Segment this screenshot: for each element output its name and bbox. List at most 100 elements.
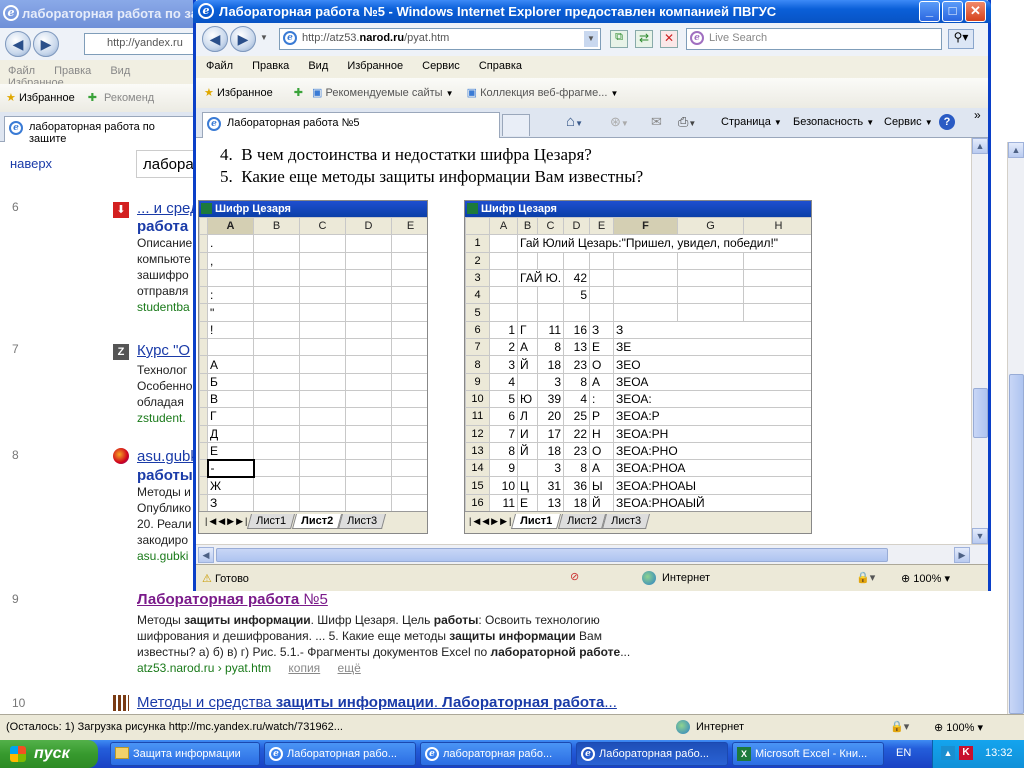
row-header[interactable]: 14 [465, 459, 490, 478]
cell[interactable]: А [589, 459, 614, 478]
row-header[interactable]: 3 [465, 268, 490, 288]
cell[interactable]: 17 [537, 424, 564, 443]
cell[interactable]: 3 [489, 355, 518, 374]
cell[interactable]: ЗЕ [613, 338, 811, 357]
column-header[interactable]: C [299, 216, 346, 236]
result-title[interactable]: Курс "О [137, 342, 200, 359]
cell[interactable]: Д [207, 424, 254, 443]
cell[interactable]: Гай Юлий Цезарь:"Пришел, увидел, победил… [517, 234, 811, 253]
scroll-right-button[interactable]: ▶ [954, 547, 970, 563]
row-header[interactable] [199, 286, 208, 305]
favorites-button[interactable]: Избранное [217, 87, 273, 99]
chevron-icon[interactable]: » [974, 108, 981, 122]
minimize-button[interactable]: _ [919, 1, 940, 22]
cell[interactable] [299, 372, 346, 391]
recommended-sites[interactable]: Рекомендуемые сайты [326, 87, 443, 99]
cell[interactable] [345, 407, 392, 426]
scroll-thumb[interactable] [216, 548, 888, 562]
menu-favorites[interactable]: Избранное [347, 60, 403, 72]
cell[interactable] [391, 234, 427, 253]
result-url[interactable]: atz53.narod.ru › pyat.htm [137, 661, 271, 675]
cell[interactable]: 18 [563, 493, 590, 513]
clock[interactable]: 13:32 [985, 747, 1013, 759]
sheet-tab[interactable]: Лист3 [601, 514, 650, 529]
back-window-titlebar[interactable]: e лабораторная работа по за [0, 0, 200, 28]
security-icon[interactable]: 🔒▾ [856, 571, 875, 584]
cell[interactable] [299, 234, 346, 253]
zoom-level[interactable]: ⊕ 100% ▾ [934, 721, 983, 734]
cell[interactable]: ГАЙ Ю. [517, 268, 564, 288]
cell[interactable] [253, 372, 300, 391]
cell[interactable]: 18 [537, 441, 564, 461]
print-icon[interactable]: ⎙▼ [678, 114, 696, 130]
cell[interactable]: 11 [537, 320, 564, 340]
dropdown-icon[interactable]: ▼ [610, 89, 618, 98]
cell[interactable]: В [207, 389, 254, 409]
close-button[interactable]: ✕ [965, 1, 986, 22]
row-header[interactable]: 8 [465, 355, 490, 374]
cell[interactable]: 5 [563, 286, 590, 305]
cell[interactable] [253, 268, 300, 288]
row-header[interactable] [199, 268, 208, 288]
result-url[interactable]: zstudent. [137, 411, 186, 425]
result-title-bold[interactable]: работа [137, 219, 188, 235]
home-icon[interactable]: ⌂▼ [566, 113, 583, 130]
cell[interactable] [345, 303, 392, 322]
maximize-button[interactable]: □ [942, 1, 963, 22]
scroll-up-button[interactable]: ▲ [1008, 142, 1024, 158]
scroll-up-button[interactable]: ▲ [972, 138, 988, 154]
cell[interactable]: 23 [563, 441, 590, 461]
cell[interactable] [391, 320, 427, 340]
sheet-nav-icons[interactable]: |◀◀▶▶| [469, 516, 513, 526]
history-dropdown-icon[interactable]: ▼ [260, 33, 268, 42]
cell[interactable]: 2 [489, 338, 518, 357]
cell[interactable]: Е [207, 441, 254, 461]
cell[interactable]: ! [207, 320, 254, 340]
cell[interactable]: 3 [537, 459, 564, 478]
sheet-tab[interactable]: Лист3 [337, 514, 386, 529]
sheet-tab-active[interactable]: Лист1 [511, 514, 562, 529]
cell[interactable] [391, 268, 427, 288]
cell[interactable] [391, 389, 427, 409]
popup-blocked-icon[interactable]: ⊘ [570, 570, 579, 583]
cell[interactable]: ЗЕОА [613, 372, 811, 391]
row-header[interactable] [199, 476, 208, 495]
cell[interactable] [253, 234, 300, 253]
cell[interactable]: Ц [517, 476, 538, 495]
back-tab[interactable]: e лабораторная работа по защите [4, 116, 200, 145]
row-header[interactable] [199, 424, 208, 443]
address-dropdown-icon[interactable]: ▼ [584, 31, 598, 47]
cell[interactable] [253, 459, 300, 478]
language-indicator[interactable]: EN [896, 747, 911, 759]
cell[interactable] [345, 355, 392, 374]
stop-icon[interactable]: ✕ [660, 30, 678, 48]
cell[interactable]: 42 [563, 268, 590, 288]
cell[interactable] [299, 303, 346, 322]
row-header[interactable]: 11 [465, 407, 490, 426]
address-bar[interactable]: http://yandex.ru [84, 33, 200, 55]
live-search-input[interactable]: e Live Search [686, 28, 942, 50]
cell[interactable]: 11 [489, 493, 518, 513]
help-icon[interactable]: ? [939, 114, 955, 130]
kaspersky-icon[interactable]: K [959, 746, 973, 760]
cell[interactable] [391, 355, 427, 374]
row-header[interactable]: 2 [465, 251, 490, 270]
cell[interactable]: Г [517, 320, 538, 340]
front-scrollbar-vertical[interactable]: ▲ ▼ [971, 138, 988, 544]
cell[interactable] [391, 286, 427, 305]
cell[interactable]: 8 [563, 459, 590, 478]
cell[interactable]: Б [207, 372, 254, 391]
column-header[interactable]: H [743, 216, 811, 236]
cell[interactable]: Е [517, 493, 538, 513]
back-button[interactable]: ◀ [202, 26, 228, 52]
cell[interactable]: 3 [537, 372, 564, 391]
front-scrollbar-horizontal[interactable]: ◀ ▶ [196, 544, 988, 564]
cell[interactable]: ЗЕОА:Р [613, 407, 811, 426]
sheet-tab-active[interactable]: Лист2 [291, 514, 342, 529]
cell[interactable] [391, 303, 427, 322]
cell[interactable] [207, 338, 254, 357]
row-header[interactable] [199, 338, 208, 357]
row-header[interactable]: 6 [465, 320, 490, 340]
cell[interactable]: ЗЕО [613, 355, 811, 374]
cell[interactable]: 13 [537, 493, 564, 513]
